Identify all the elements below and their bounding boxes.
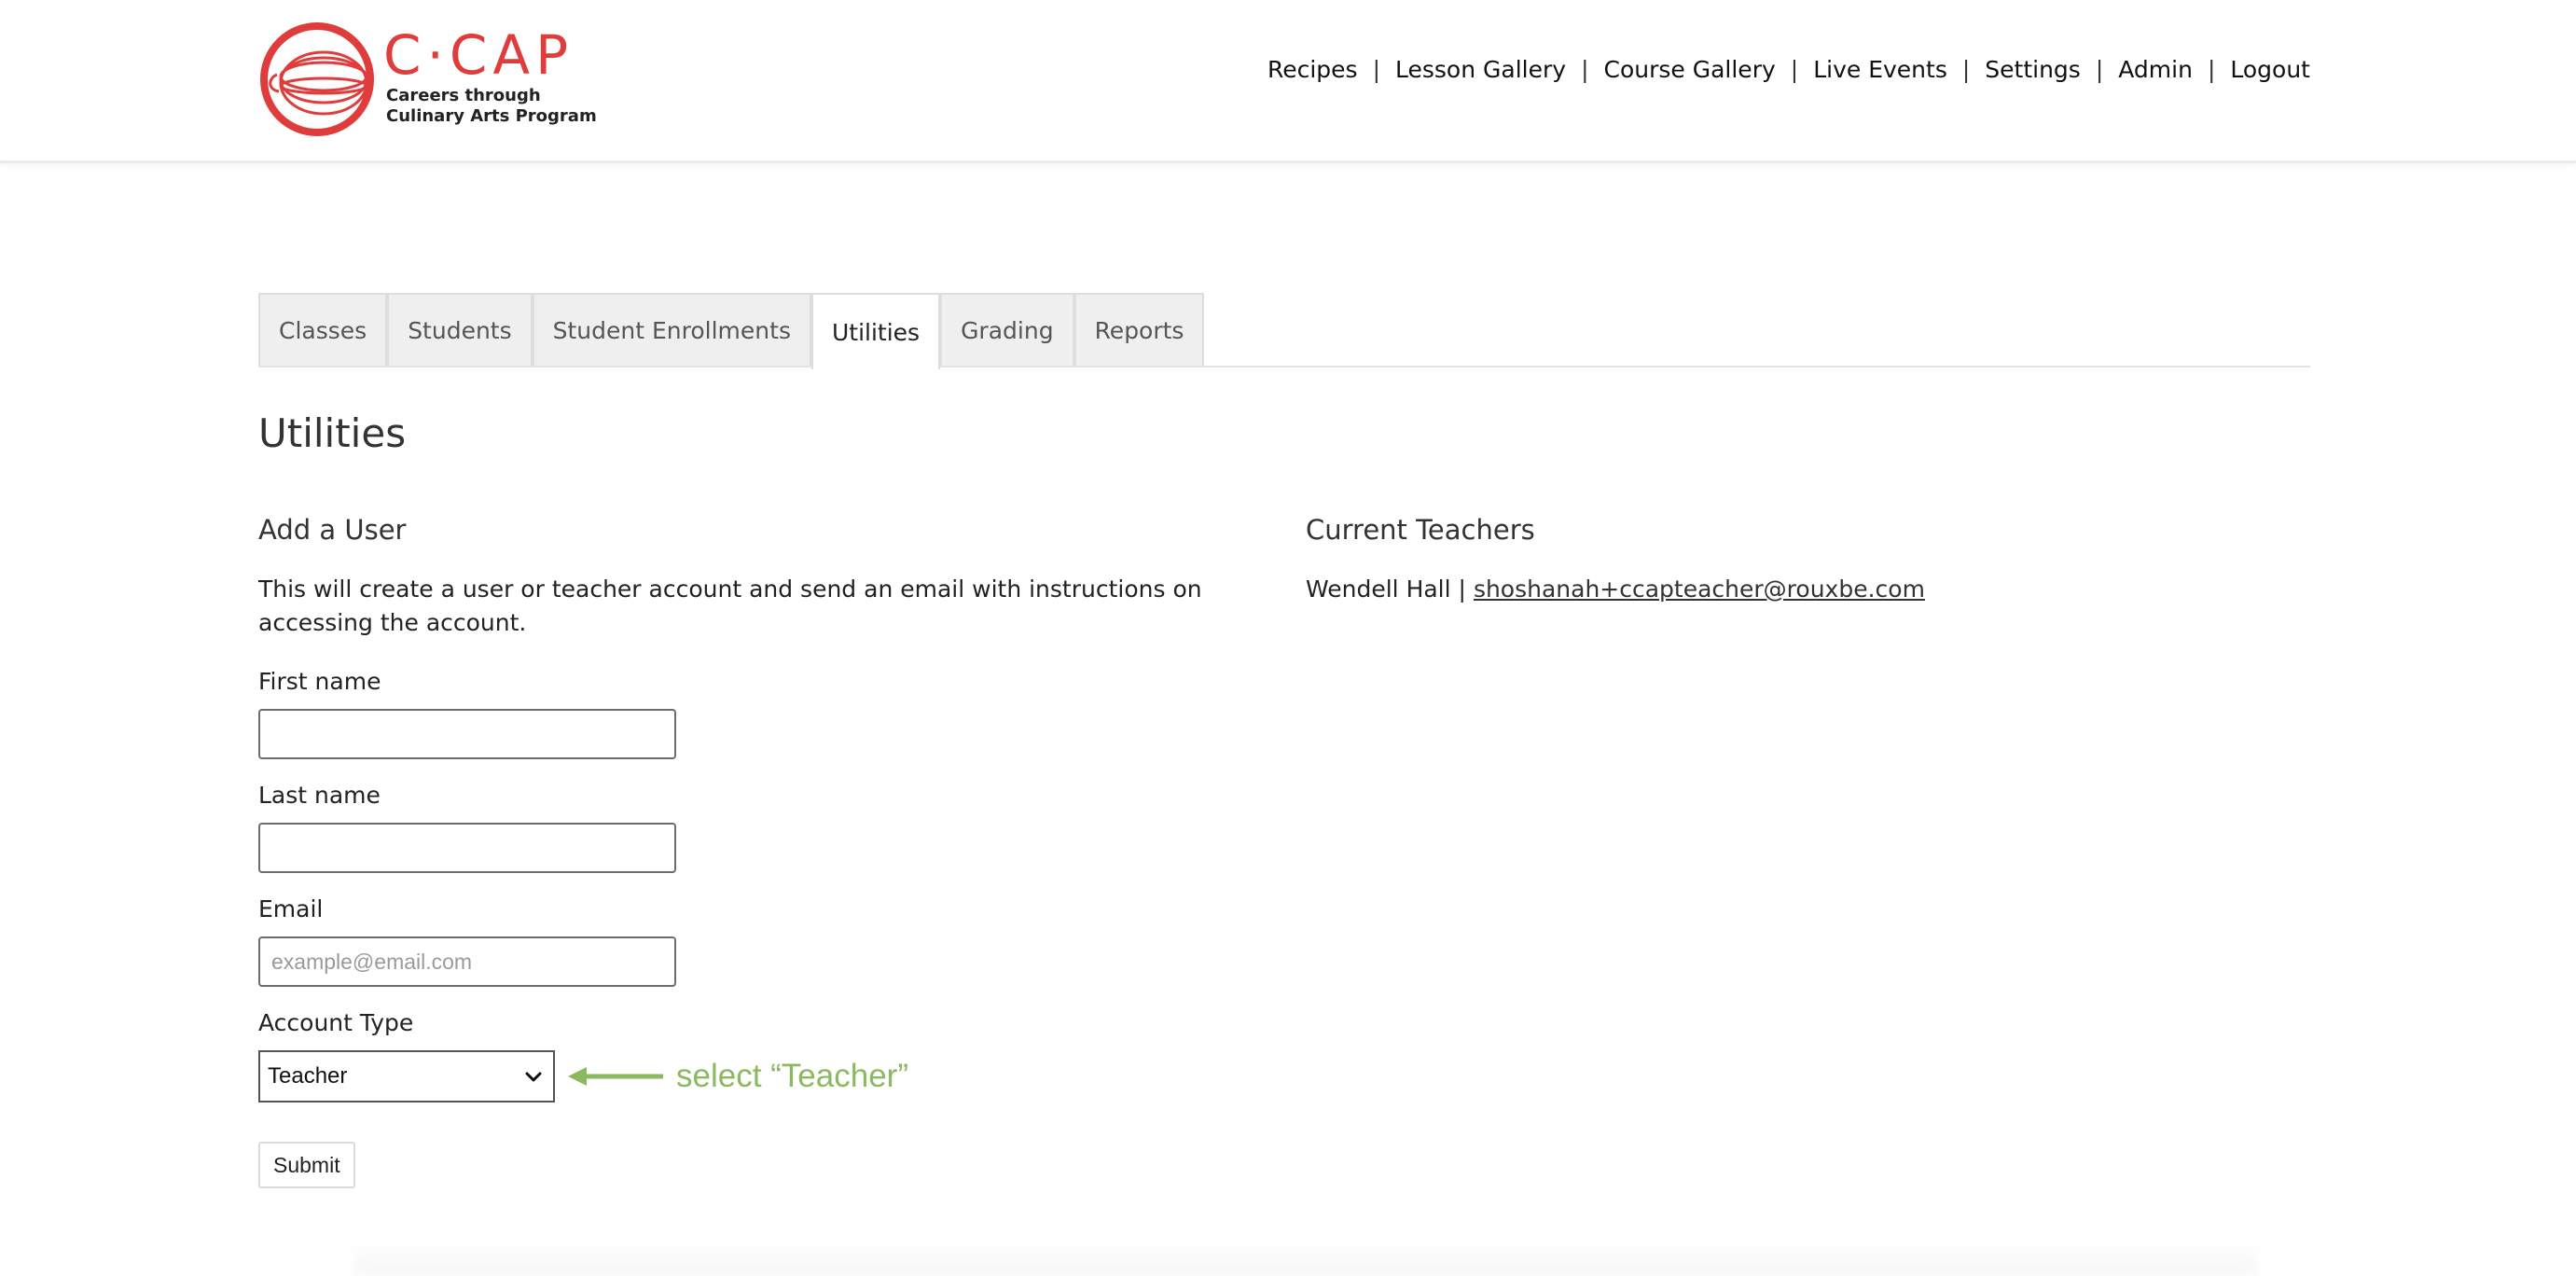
teacher-entry: Wendell Hall | shoshanah+ccapteacher@rou… — [1306, 573, 2238, 606]
nav-live-events[interactable]: Live Events — [1813, 56, 1947, 83]
tab-utilities[interactable]: Utilities — [810, 293, 941, 369]
account-type-select[interactable]: Teacher — [258, 1050, 555, 1103]
nav-separator: | — [2207, 55, 2216, 83]
nav-settings[interactable]: Settings — [1985, 56, 2081, 83]
page-title: Utilities — [258, 410, 407, 456]
nav-course-gallery[interactable]: Course Gallery — [1604, 56, 1776, 83]
add-user-form: Add a User This will create a user or te… — [258, 511, 1266, 1188]
tab-students[interactable]: Students — [387, 293, 533, 366]
tab-classes[interactable]: Classes — [258, 293, 388, 366]
nav-separator: | — [1961, 55, 1971, 83]
site-header: C·CAP Careers through Culinary Arts Prog… — [0, 0, 2576, 163]
tab-grading[interactable]: Grading — [940, 293, 1074, 366]
current-teachers-panel: Current Teachers Wendell Hall | shoshana… — [1306, 511, 2238, 606]
teacher-name: Wendell Hall — [1306, 576, 1451, 603]
logo-subtitle-line-1: Careers through — [386, 86, 541, 105]
nav-separator: | — [1581, 55, 1589, 83]
submit-button[interactable]: Submit — [258, 1142, 355, 1188]
tab-student-enrollments[interactable]: Student Enrollments — [532, 293, 811, 366]
first-name-label: First name — [258, 668, 381, 695]
last-name-input[interactable] — [258, 823, 676, 873]
nav-logout[interactable]: Logout — [2230, 56, 2310, 83]
email-input[interactable] — [258, 936, 676, 987]
nav-admin[interactable]: Admin — [2118, 56, 2193, 83]
teacher-separator: | — [1458, 576, 1466, 603]
add-user-title: Add a User — [258, 514, 407, 546]
tab-reports[interactable]: Reports — [1073, 293, 1205, 366]
logo-wordmark: C·CAP — [383, 23, 575, 87]
nav-lesson-gallery[interactable]: Lesson Gallery — [1395, 56, 1566, 83]
nav-recipes[interactable]: Recipes — [1267, 56, 1358, 83]
account-type-label: Account Type — [258, 1009, 414, 1036]
admin-tabs: Classes Students Student Enrollments Uti… — [258, 293, 2310, 369]
current-teachers-title: Current Teachers — [1306, 514, 1535, 546]
logo-subtitle-line-2: Culinary Arts Program — [386, 106, 597, 126]
nav-separator: | — [1372, 55, 1381, 83]
arrow-left-icon — [568, 1067, 663, 1086]
chevron-down-icon — [525, 1072, 542, 1082]
first-name-input[interactable] — [258, 709, 676, 759]
annotation-text: select “Teacher” — [676, 1058, 908, 1094]
bottom-shadow — [354, 1239, 2257, 1276]
account-type-selected-value: Teacher — [268, 1063, 348, 1089]
last-name-label: Last name — [258, 782, 381, 809]
top-navigation: Recipes | Lesson Gallery | Course Galler… — [1267, 52, 2310, 86]
add-user-description: This will create a user or teacher accou… — [258, 576, 1202, 636]
nav-separator: | — [1790, 55, 1799, 83]
annotation: select “Teacher” — [568, 1058, 908, 1095]
teacher-email-link[interactable]: shoshanah+ccapteacher@rouxbe.com — [1474, 576, 1925, 603]
ccap-logo[interactable]: C·CAP Careers through Culinary Arts Prog… — [258, 21, 597, 138]
whisk-logo-icon — [260, 22, 374, 136]
email-label: Email — [258, 895, 324, 922]
nav-separator: | — [2095, 55, 2104, 83]
logo-subtitle: Careers through Culinary Arts Program — [386, 86, 597, 127]
account-type-row: Teacher select “Teacher” — [258, 1050, 1266, 1103]
